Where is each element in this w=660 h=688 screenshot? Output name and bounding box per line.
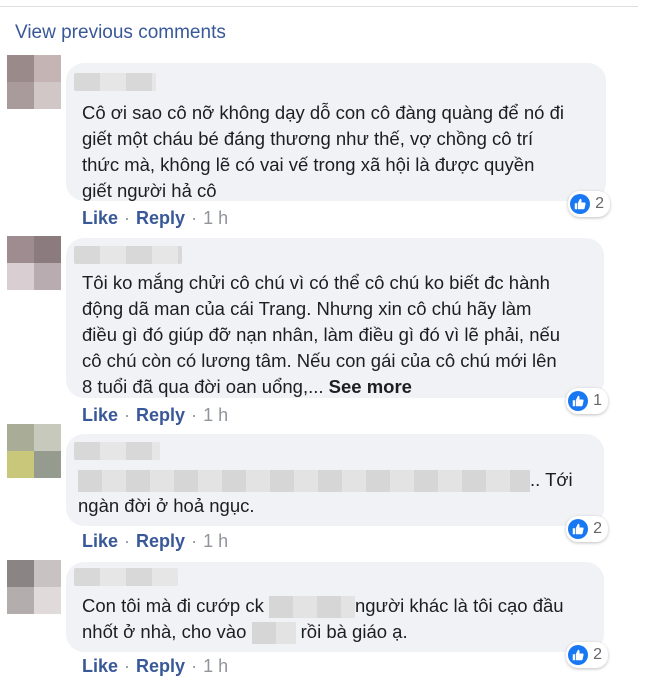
reaction-number: 2: [593, 646, 602, 663]
comment-bubble: Cô ơi sao cô nỡ không dạy dỗ con cô đàng…: [66, 63, 610, 217]
avatar[interactable]: [7, 560, 61, 614]
comment-bubble: Con tôi mà đi cướp ck người khác là tôi …: [66, 562, 608, 668]
reaction-count[interactable]: 2: [566, 642, 608, 668]
avatar-pixel: [7, 424, 34, 451]
avatar[interactable]: [7, 236, 61, 290]
separator: ·: [124, 405, 131, 425]
separator: ·: [124, 531, 131, 551]
avatar-pixel: [34, 451, 61, 478]
like-link[interactable]: Like: [82, 531, 118, 551]
avatar-pixel: [34, 82, 61, 109]
comment-text: Tôi ko mắng chửi cô chú vì có thể cô chú…: [82, 270, 588, 400]
comment-text-line2-part1: nhốt ở nhà, cho vào: [82, 621, 252, 642]
avatar-pixel: [34, 424, 61, 451]
like-link[interactable]: Like: [82, 208, 118, 228]
author-name-redacted[interactable]: [74, 568, 178, 586]
comment-text-line1-end: .. Tới: [530, 469, 573, 490]
separator: ·: [124, 208, 131, 228]
reaction-number: 2: [595, 195, 604, 212]
comment-actions: Like · Reply · 1 h: [82, 208, 228, 229]
like-reaction-icon: [568, 645, 589, 665]
comment-text: Con tôi mà đi cướp ck người khác là tôi …: [82, 593, 588, 645]
reaction-number: 2: [593, 520, 602, 537]
avatar-pixel: [34, 587, 61, 614]
avatar-pixel: [34, 55, 61, 82]
separator: ·: [191, 656, 198, 676]
comment-text-part1: Con tôi mà đi cướp ck: [82, 595, 269, 616]
comment-actions: Like · Reply · 1 h: [82, 405, 228, 426]
redacted-text: [268, 596, 355, 619]
redacted-text: [251, 622, 296, 645]
top-divider: [0, 6, 638, 7]
reaction-count[interactable]: 2: [566, 516, 608, 542]
comment-text-part2: người khác là tôi cạo đầu: [354, 595, 564, 616]
separator: ·: [191, 208, 198, 228]
timestamp[interactable]: 1 h: [203, 531, 228, 551]
view-previous-comments-link[interactable]: View previous comments: [15, 22, 226, 44]
avatar-pixel: [7, 236, 34, 263]
comment-bubble: .. Tới ngàn đời ở hoả ngục. 2: [66, 434, 608, 542]
comment-text: Cô ơi sao cô nỡ không dạy dỗ con cô đàng…: [82, 102, 564, 201]
avatar-pixel: [7, 82, 34, 109]
avatar-pixel: [7, 560, 34, 587]
timestamp[interactable]: 1 h: [203, 656, 228, 676]
like-reaction-icon: [568, 391, 589, 411]
avatar-pixel: [34, 560, 61, 587]
author-name-redacted[interactable]: [74, 246, 182, 264]
timestamp[interactable]: 1 h: [203, 208, 228, 228]
avatar-pixel: [34, 236, 61, 263]
avatar-pixel: [7, 55, 34, 82]
avatar[interactable]: [7, 424, 61, 478]
avatar[interactable]: [7, 55, 61, 109]
like-link[interactable]: Like: [82, 656, 118, 676]
separator: ·: [191, 405, 198, 425]
separator: ·: [124, 656, 131, 676]
reaction-count[interactable]: 2: [568, 191, 610, 217]
avatar-pixel: [7, 263, 34, 290]
reply-link[interactable]: Reply: [136, 208, 185, 228]
avatar-pixel: [7, 587, 34, 614]
separator: ·: [191, 531, 198, 551]
comment-text-line2: ngàn đời ở hoả ngục.: [78, 495, 255, 516]
reply-link[interactable]: Reply: [136, 531, 185, 551]
comment-actions: Like · Reply · 1 h: [82, 531, 228, 552]
comment-bubble: Tôi ko mắng chửi cô chú vì có thể cô chú…: [66, 238, 608, 414]
reply-link[interactable]: Reply: [136, 656, 185, 676]
avatar-pixel: [34, 263, 61, 290]
comment-text: .. Tới ngàn đời ở hoả ngục.: [78, 467, 588, 519]
avatar-pixel: [7, 451, 34, 478]
redacted-text: [78, 470, 530, 493]
like-reaction-icon: [568, 519, 589, 539]
like-link[interactable]: Like: [82, 405, 118, 425]
reaction-number: 1: [593, 392, 602, 409]
comment-actions: Like · Reply · 1 h: [82, 656, 228, 677]
author-name-redacted[interactable]: [74, 442, 160, 460]
author-name-redacted[interactable]: [74, 73, 156, 91]
comment-text-line2-part2: rồi bà giáo ạ.: [300, 621, 408, 642]
reply-link[interactable]: Reply: [136, 405, 185, 425]
see-more-link[interactable]: See more: [329, 376, 412, 397]
comment-body: Tôi ko mắng chửi cô chú vì có thể cô chú…: [82, 272, 561, 397]
like-reaction-icon: [570, 194, 591, 214]
timestamp[interactable]: 1 h: [203, 405, 228, 425]
reaction-count[interactable]: 1: [566, 388, 608, 414]
